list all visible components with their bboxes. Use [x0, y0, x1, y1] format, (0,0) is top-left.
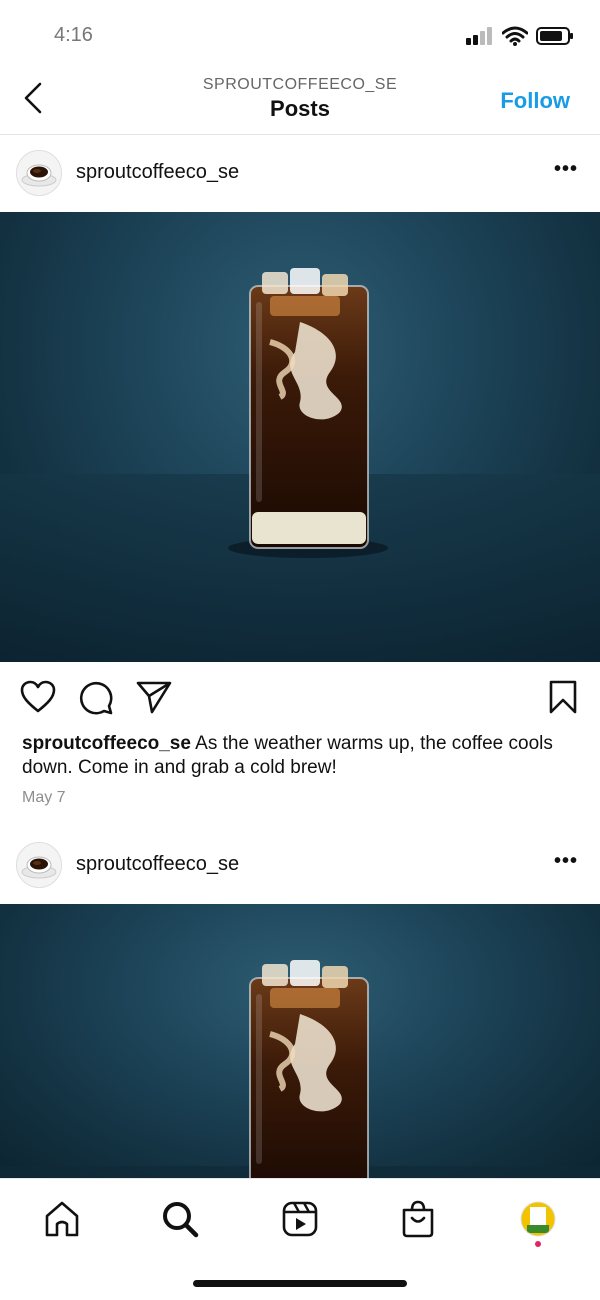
post-header: sproutcoffeeco_se ••• — [0, 826, 600, 904]
like-button[interactable] — [20, 680, 56, 719]
status-time: 4:16 — [54, 24, 93, 46]
save-button[interactable] — [548, 680, 578, 719]
follow-button[interactable]: Follow — [500, 88, 570, 114]
iced-coffee-photo — [0, 960, 600, 1178]
tab-reels[interactable] — [280, 1199, 320, 1239]
profile-avatar — [520, 1201, 556, 1237]
home-indicator — [193, 1280, 407, 1287]
post-image[interactable] — [0, 904, 600, 1178]
more-horizontal-icon: ••• — [553, 158, 578, 180]
send-icon — [136, 681, 172, 714]
post-date: May 7 — [22, 789, 66, 806]
bookmark-icon — [549, 680, 577, 714]
wifi-icon — [502, 26, 528, 46]
battery-icon — [536, 27, 573, 45]
post-username[interactable]: sproutcoffeeco_se — [76, 853, 239, 876]
comment-icon — [79, 681, 113, 715]
tab-home[interactable] — [42, 1199, 82, 1239]
top-nav-bar: SPROUTCOFFEECO_SE Posts Follow — [0, 62, 600, 135]
iced-coffee-photo — [0, 268, 600, 662]
shop-icon — [402, 1200, 434, 1238]
post-image[interactable] — [0, 212, 600, 662]
caption-username[interactable]: sproutcoffeeco_se — [22, 733, 191, 754]
more-options-button[interactable]: ••• — [554, 850, 578, 873]
comment-button[interactable] — [78, 680, 114, 721]
avatar[interactable] — [16, 842, 62, 888]
search-icon — [163, 1202, 199, 1238]
share-button[interactable] — [136, 680, 172, 719]
tab-profile[interactable] — [518, 1199, 558, 1247]
avatar[interactable] — [16, 150, 62, 196]
notification-dot — [535, 1241, 541, 1247]
more-horizontal-icon: ••• — [553, 850, 578, 872]
cellular-signal-icon — [466, 27, 492, 45]
more-options-button[interactable]: ••• — [554, 158, 578, 181]
post-header: sproutcoffeeco_se ••• — [0, 134, 600, 212]
home-icon — [45, 1201, 79, 1237]
heart-icon — [20, 680, 56, 713]
status-icons — [466, 26, 574, 46]
post-username[interactable]: sproutcoffeeco_se — [76, 161, 239, 184]
reels-icon — [282, 1201, 318, 1237]
coffee-cup-avatar-icon — [17, 843, 61, 887]
post-actions — [0, 662, 600, 732]
tab-shop[interactable] — [398, 1199, 438, 1239]
coffee-cup-avatar-icon — [17, 151, 61, 195]
status-bar: 4:16 — [0, 0, 600, 62]
post-caption: sproutcoffeeco_se As the weather warms u… — [22, 732, 582, 780]
tab-search[interactable] — [160, 1199, 200, 1239]
